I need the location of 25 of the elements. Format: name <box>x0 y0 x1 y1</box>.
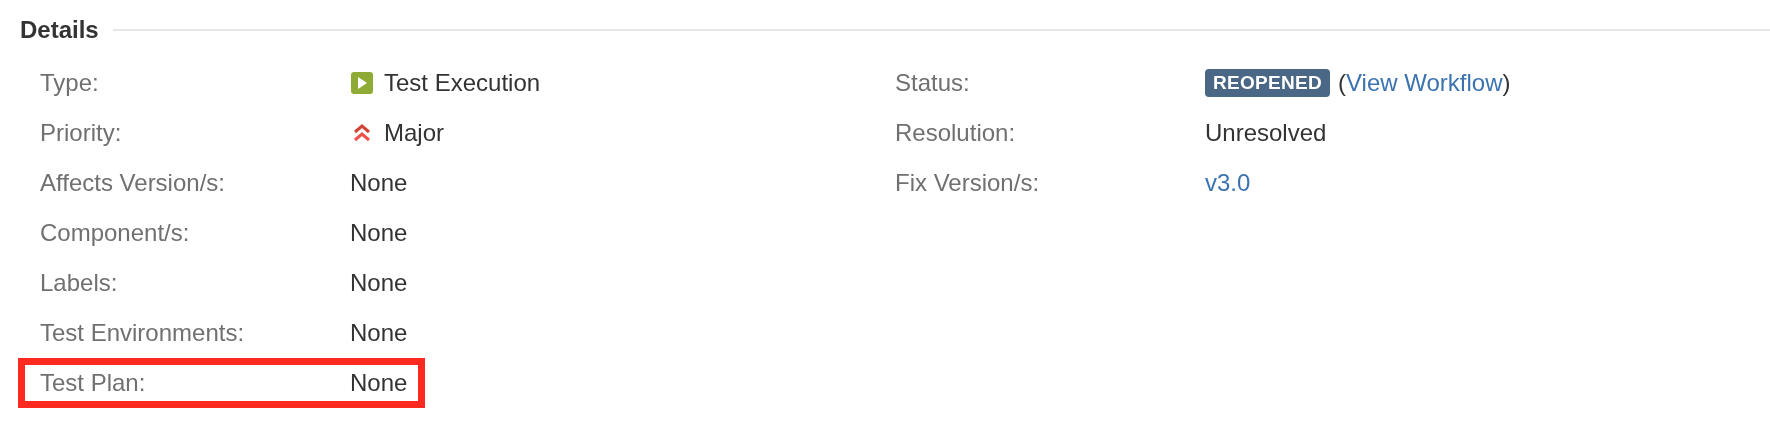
field-value: None <box>350 369 408 397</box>
play-icon <box>350 71 374 95</box>
field-label: Type: <box>40 69 100 97</box>
field-value: None <box>350 319 408 347</box>
field-label: Affects Version/s: <box>40 169 226 197</box>
field-value: None <box>350 269 408 297</box>
field-label: Status: <box>895 69 971 97</box>
field-label: Priority: <box>40 119 123 147</box>
field-value: None <box>350 169 408 197</box>
workflow-link[interactable]: View Workflow <box>1346 69 1503 97</box>
field-label: Test Plan: <box>40 369 147 397</box>
field-label: Test Environments: <box>40 319 246 347</box>
field-label: Labels: <box>40 269 119 297</box>
field-value: Test Execution <box>384 69 541 97</box>
field-value: Major <box>384 119 444 147</box>
field-label: Component/s: <box>40 219 191 247</box>
version-link[interactable]: v3.0 <box>1205 169 1251 197</box>
field-value: Unresolved <box>1205 119 1327 147</box>
parenthesis-text: ) <box>1502 69 1511 97</box>
field-label: Resolution: <box>895 119 1017 147</box>
parenthesis-text: ( <box>1338 69 1347 97</box>
section-title: Details <box>20 16 99 44</box>
status-badge: REOPENED <box>1205 69 1331 97</box>
field-label: Fix Version/s: <box>895 169 1041 197</box>
field-value: None <box>350 219 408 247</box>
